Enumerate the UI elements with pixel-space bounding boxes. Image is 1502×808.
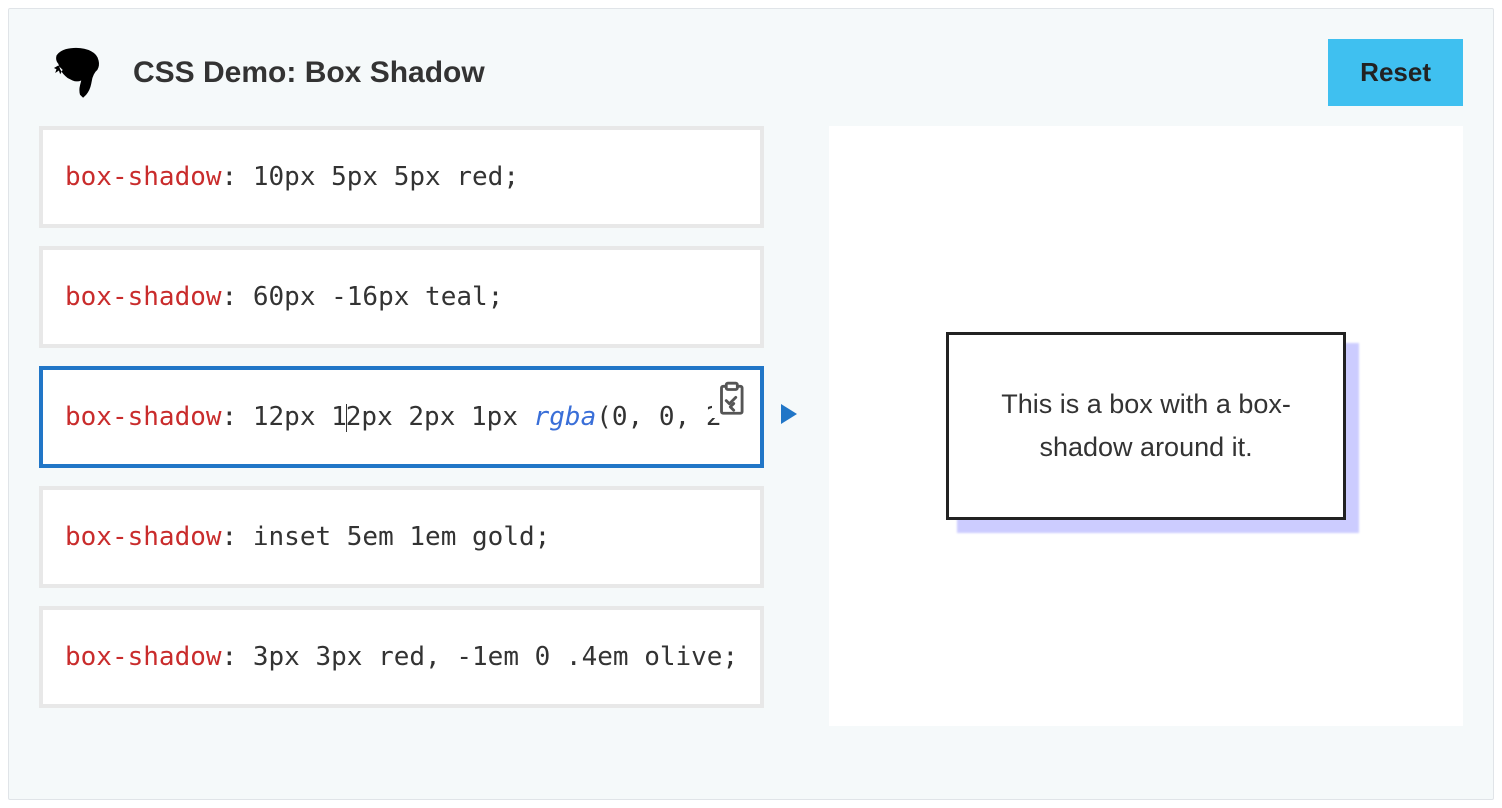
example-row: box-shadow: 60px -16px teal; xyxy=(39,246,804,348)
code-example-2[interactable]: box-shadow: 60px -16px teal; xyxy=(39,246,764,348)
css-property: box-shadow xyxy=(65,642,222,672)
css-value-part1: 12px 1 xyxy=(253,402,347,432)
css-value: inset 5em 1em gold xyxy=(253,522,535,552)
code-example-4[interactable]: box-shadow: inset 5em 1em gold; xyxy=(39,486,764,588)
css-value: 10px 5px 5px red xyxy=(253,162,503,192)
semicolon: ; xyxy=(503,162,519,192)
colon: : xyxy=(222,522,238,552)
preview-panel: This is a box with a box-shadow around i… xyxy=(829,126,1463,726)
page-title: CSS Demo: Box Shadow xyxy=(133,56,485,90)
css-value: 3px 3px red, -1em 0 .4em olive xyxy=(253,642,723,672)
css-property: box-shadow xyxy=(65,162,222,192)
clipboard-icon[interactable] xyxy=(712,380,750,418)
css-property: box-shadow xyxy=(65,522,222,552)
semicolon: ; xyxy=(722,642,738,672)
colon: : xyxy=(222,642,238,672)
colon: : xyxy=(222,282,238,312)
css-func-args: (0, 0, 2 xyxy=(596,402,721,432)
semicolon: ; xyxy=(488,282,504,312)
header-left: CSS Demo: Box Shadow xyxy=(49,42,485,104)
css-value-part2: 2px 2px 1px xyxy=(346,402,534,432)
selected-arrow-icon xyxy=(774,401,804,433)
header: CSS Demo: Box Shadow Reset xyxy=(9,9,1493,126)
colon: : xyxy=(222,402,238,432)
colon: : xyxy=(222,162,238,192)
dino-logo-icon xyxy=(49,42,111,104)
css-property: box-shadow xyxy=(65,402,222,432)
reset-button[interactable]: Reset xyxy=(1328,39,1463,106)
demo-container: CSS Demo: Box Shadow Reset box-shadow: 1… xyxy=(8,8,1494,800)
css-function: rgba xyxy=(534,402,597,432)
example-row: box-shadow: 3px 3px red, -1em 0 .4em oli… xyxy=(39,606,804,708)
css-value: 60px -16px teal xyxy=(253,282,488,312)
css-property: box-shadow xyxy=(65,282,222,312)
examples-panel: box-shadow: 10px 5px 5px red; box-shadow… xyxy=(39,126,804,726)
example-row: box-shadow: 10px 5px 5px red; xyxy=(39,126,804,228)
code-example-1[interactable]: box-shadow: 10px 5px 5px red; xyxy=(39,126,764,228)
code-example-5[interactable]: box-shadow: 3px 3px red, -1em 0 .4em oli… xyxy=(39,606,764,708)
code-example-3[interactable]: box-shadow: 12px 12px 2px 1px rgba(0, 0,… xyxy=(39,366,764,468)
semicolon: ; xyxy=(535,522,551,552)
demo-box: This is a box with a box-shadow around i… xyxy=(946,332,1346,520)
example-row: box-shadow: 12px 12px 2px 1px rgba(0, 0,… xyxy=(39,366,804,468)
content-area: box-shadow: 10px 5px 5px red; box-shadow… xyxy=(9,126,1493,756)
example-row: box-shadow: inset 5em 1em gold; xyxy=(39,486,804,588)
